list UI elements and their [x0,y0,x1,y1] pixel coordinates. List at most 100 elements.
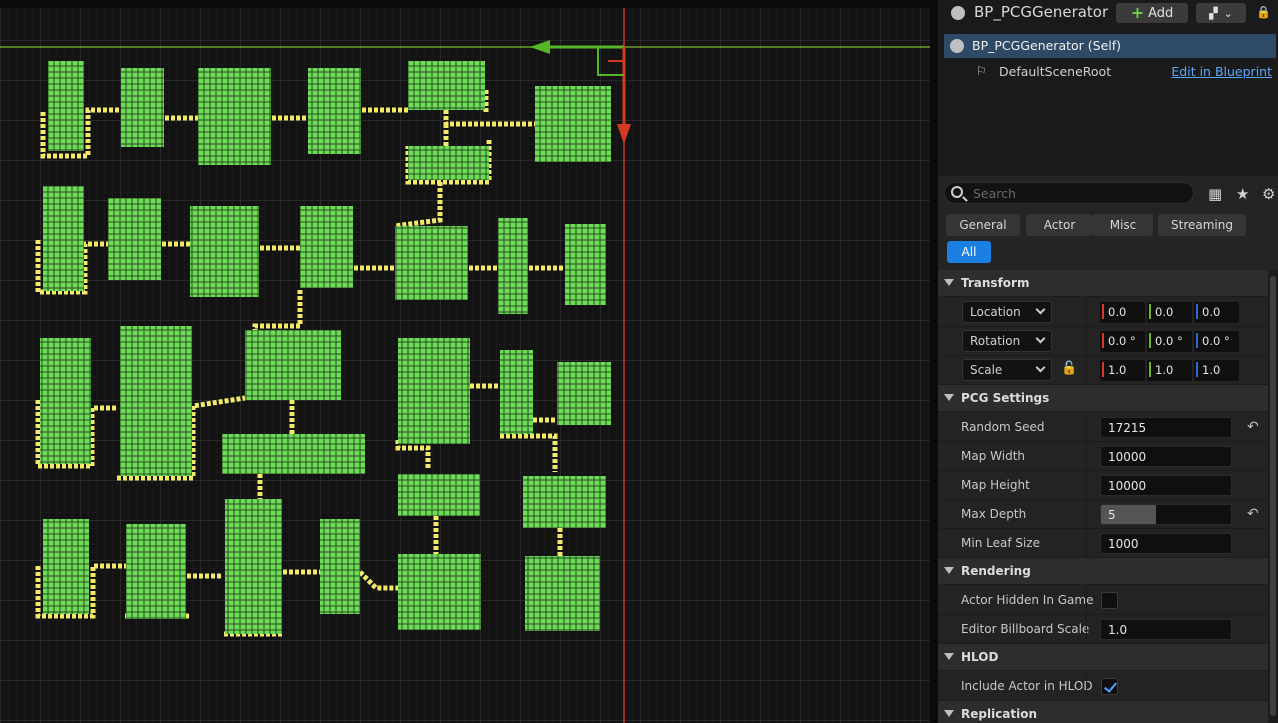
tab-all[interactable]: All [947,241,991,263]
section-title: HLOD [961,650,999,664]
tab-streaming[interactable]: Streaming [1158,214,1246,236]
include-hlod-label: Include Actor in HLOD [961,679,1093,693]
section-transform[interactable]: Transform [938,270,1268,297]
section-pcg-settings[interactable]: PCG Settings [938,385,1268,412]
max-depth-label: Max Depth [961,507,1027,521]
scale-z-field[interactable]: 1.0 [1194,360,1239,381]
location-y-field[interactable]: 0.0 [1147,302,1192,323]
dungeon-room [222,434,365,474]
lock-icon[interactable]: 🔓 [1061,361,1077,376]
map-height-field[interactable]: 10000 [1100,475,1232,496]
row-location: Location 0.0 0.0 0.0 [938,298,1268,327]
expand-arrow-icon [944,279,954,286]
add-button-label: Add [1148,5,1174,21]
section-hlod[interactable]: HLOD [938,644,1268,671]
rotation-y-field[interactable]: 0.0 ° [1147,331,1192,352]
scale-y-field[interactable]: 1.0 [1147,360,1192,381]
location-dropdown[interactable]: Location [962,301,1052,323]
rotation-x-field[interactable]: 0.0 ° [1100,331,1145,352]
chevron-down-icon [1035,304,1046,315]
column-divider [1086,471,1087,500]
row-map-height: Map Height 10000 [938,471,1268,500]
dungeon-room [40,338,91,464]
chevron-down-icon: ⌄ [1223,6,1233,20]
table-view-icon[interactable]: ▦ [1208,185,1222,203]
add-component-button[interactable]: + Add [1116,3,1188,23]
dungeon-room [408,61,485,110]
location-x-field[interactable]: 0.0 [1100,302,1145,323]
random-seed-field[interactable]: 17215 [1100,417,1232,438]
rotation-z-field[interactable]: 0.0 ° [1194,331,1239,352]
column-divider [1086,442,1087,471]
expand-arrow-icon [944,710,954,717]
max-depth-slider[interactable]: 5 [1100,504,1232,525]
dungeon-room [398,554,481,630]
dungeon-room [395,226,468,300]
reset-arrow-icon[interactable]: ↶ [1247,506,1259,522]
map-height-label: Map Height [961,478,1030,492]
dungeon-room [308,68,361,154]
star-icon[interactable]: ★ [1236,185,1249,203]
dungeon-room [557,362,611,425]
column-divider [1086,586,1087,615]
dungeon-room [43,186,84,291]
scene-root-icon: ⚐ [976,64,987,78]
dungeon-room [48,61,84,151]
include-hlod-checkbox[interactable] [1101,678,1118,695]
billboard-scale-label: Editor Billboard Scale [961,622,1090,636]
component-tree-root[interactable]: ⚐ DefaultSceneRoot Edit in Blueprint [944,60,1276,84]
dungeon-room [126,524,186,619]
actor-title: BP_PCGGenerator [974,3,1109,21]
gizmo-y-arrowhead[interactable] [530,40,550,54]
map-width-field[interactable]: 10000 [1100,446,1232,467]
scale-dropdown[interactable]: Scale [962,359,1052,381]
row-max-depth: Max Depth 5 ↶ [938,500,1268,529]
row-map-width: Map Width 10000 [938,442,1268,471]
dungeon-room [498,218,528,314]
column-divider [1086,413,1087,442]
gizmo-x-arrowhead[interactable] [617,124,631,144]
scrollbar-thumb[interactable] [1270,276,1276,716]
min-leaf-size-field[interactable]: 1000 [1100,533,1232,554]
dungeon-room [398,338,470,444]
level-viewport[interactable] [0,0,930,723]
edit-in-blueprint-link[interactable]: Edit in Blueprint [1171,64,1272,79]
rotation-dropdown[interactable]: Rotation [962,330,1052,352]
panel-splitter[interactable] [930,0,938,723]
scale-x-field[interactable]: 1.0 [1100,360,1145,381]
dungeon-room [300,206,353,288]
dungeon-room [108,198,161,280]
section-replication[interactable]: Replication [938,701,1268,723]
column-divider [1086,672,1087,701]
column-divider [1086,356,1087,385]
details-search[interactable] [944,182,1194,204]
dungeon-corridor [394,182,443,229]
tab-general[interactable]: General [946,214,1020,236]
reset-arrow-icon[interactable]: ↶ [1247,419,1259,435]
search-input[interactable] [973,185,1183,201]
actor-hidden-checkbox[interactable] [1101,592,1118,609]
plus-icon: + [1130,3,1145,22]
dungeon-room [43,519,89,614]
row-random-seed: Random Seed 17215 ↶ [938,413,1268,442]
tab-actor[interactable]: Actor [1026,214,1093,236]
dungeon-room [198,68,271,165]
chevron-down-icon [1035,362,1046,373]
map-width-label: Map Width [961,449,1026,463]
actor-header: BP_PCGGenerator + Add ▞ ⌄ 🔒 [938,0,1278,30]
dungeon-room [565,224,606,305]
tab-misc[interactable]: Misc [1093,214,1153,236]
section-rendering[interactable]: Rendering [938,558,1268,585]
section-title: Rendering [961,564,1031,578]
viewport-toolbar [0,0,930,8]
row-rotation: Rotation 0.0 ° 0.0 ° 0.0 ° [938,327,1268,356]
dungeon-room [120,326,192,476]
location-z-field[interactable]: 0.0 [1194,302,1239,323]
random-seed-label: Random Seed [961,420,1045,434]
blueprint-options-button[interactable]: ▞ ⌄ [1196,3,1246,23]
lock-icon[interactable]: 🔒 [1256,5,1271,19]
gear-icon[interactable]: ⚙ [1262,185,1275,203]
component-tree-self[interactable]: BP_PCGGenerator (Self) [944,34,1276,58]
room-group [40,61,611,634]
billboard-scale-field[interactable]: 1.0 [1100,619,1232,640]
